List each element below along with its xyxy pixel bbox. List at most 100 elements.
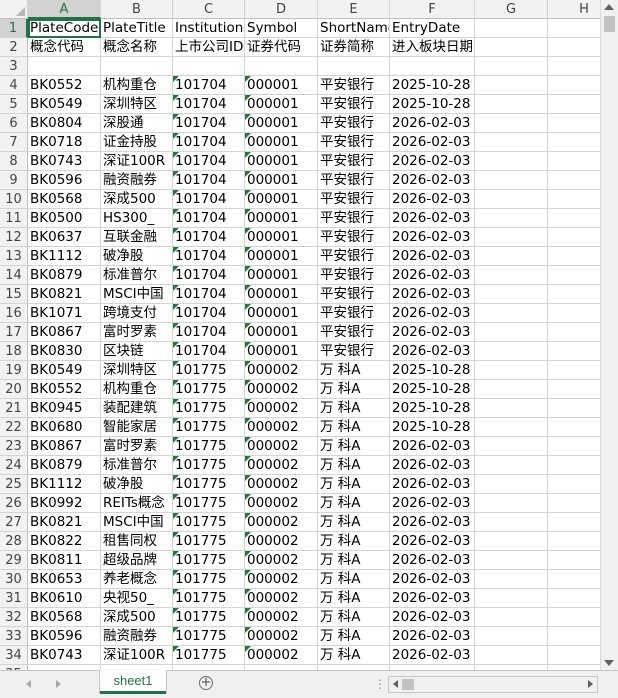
- cell-e23[interactable]: 万 科A: [318, 437, 390, 456]
- cell-a10[interactable]: BK0568: [28, 190, 101, 209]
- cell-e25[interactable]: 万 科A: [318, 475, 390, 494]
- cell-b21[interactable]: 装配建筑: [101, 399, 173, 418]
- cell-b9[interactable]: 融资融券: [101, 171, 173, 190]
- column-header-a[interactable]: A: [28, 0, 101, 19]
- cell-b22[interactable]: 智能家居: [101, 418, 173, 437]
- cell-e26[interactable]: 万 科A: [318, 494, 390, 513]
- cell-e34[interactable]: 万 科A: [318, 646, 390, 665]
- cell-d20[interactable]: 000002: [245, 380, 318, 399]
- cell-f5[interactable]: 2025-10-28: [390, 95, 475, 114]
- sheet-tab-sheet1[interactable]: sheet1: [100, 670, 166, 694]
- cell-d13[interactable]: 000001: [245, 247, 318, 266]
- cell-h27[interactable]: [548, 513, 600, 532]
- tab-split-handle[interactable]: ⋮: [374, 678, 386, 690]
- cell-h2[interactable]: [548, 38, 600, 57]
- cell-d15[interactable]: 000001: [245, 285, 318, 304]
- cell-h18[interactable]: [548, 342, 600, 361]
- cell-c34[interactable]: 101775: [173, 646, 245, 665]
- cell-c22[interactable]: 101775: [173, 418, 245, 437]
- cell-g3[interactable]: [475, 57, 548, 76]
- row-header-10[interactable]: 10: [0, 190, 28, 209]
- cell-f27[interactable]: 2026-02-03: [390, 513, 475, 532]
- row-header-14[interactable]: 14: [0, 266, 28, 285]
- column-header-g[interactable]: G: [475, 0, 548, 19]
- cell-f24[interactable]: 2026-02-03: [390, 456, 475, 475]
- row-header-11[interactable]: 11: [0, 209, 28, 228]
- cell-a7[interactable]: BK0718: [28, 133, 101, 152]
- cell-b25[interactable]: 破净股: [101, 475, 173, 494]
- sheet-nav-next-icon[interactable]: [56, 680, 61, 688]
- cell-h34[interactable]: [548, 646, 600, 665]
- cell-b23[interactable]: 富时罗素: [101, 437, 173, 456]
- cell-a8[interactable]: BK0743: [28, 152, 101, 171]
- cell-h29[interactable]: [548, 551, 600, 570]
- cell-e14[interactable]: 平安银行: [318, 266, 390, 285]
- sheet-nav-prev-icon[interactable]: [26, 680, 31, 688]
- row-header-4[interactable]: 4: [0, 76, 28, 95]
- cell-h6[interactable]: [548, 114, 600, 133]
- cell-g17[interactable]: [475, 323, 548, 342]
- cell-e6[interactable]: 平安银行: [318, 114, 390, 133]
- cell-c13[interactable]: 101704: [173, 247, 245, 266]
- cell-c11[interactable]: 101704: [173, 209, 245, 228]
- cell-a23[interactable]: BK0867: [28, 437, 101, 456]
- cell-c3[interactable]: [173, 57, 245, 76]
- horizontal-scrollbar[interactable]: [388, 676, 598, 693]
- cell-a22[interactable]: BK0680: [28, 418, 101, 437]
- cell-d10[interactable]: 000001: [245, 190, 318, 209]
- cell-e4[interactable]: 平安银行: [318, 76, 390, 95]
- cell-e5[interactable]: 平安银行: [318, 95, 390, 114]
- cell-c10[interactable]: 101704: [173, 190, 245, 209]
- cell-b24[interactable]: 标准普尔: [101, 456, 173, 475]
- row-header-2[interactable]: 2: [0, 38, 28, 57]
- row-header-19[interactable]: 19: [0, 361, 28, 380]
- cell-f11[interactable]: 2026-02-03: [390, 209, 475, 228]
- row-header-24[interactable]: 24: [0, 456, 28, 475]
- cell-e3[interactable]: [318, 57, 390, 76]
- cell-a33[interactable]: BK0596: [28, 627, 101, 646]
- row-header-28[interactable]: 28: [0, 532, 28, 551]
- cell-d24[interactable]: 000002: [245, 456, 318, 475]
- row-header-9[interactable]: 9: [0, 171, 28, 190]
- cell-a4[interactable]: BK0552: [28, 76, 101, 95]
- cell-b29[interactable]: 超级品牌: [101, 551, 173, 570]
- cell-g34[interactable]: [475, 646, 548, 665]
- row-header-27[interactable]: 27: [0, 513, 28, 532]
- cell-c12[interactable]: 101704: [173, 228, 245, 247]
- cell-b26[interactable]: REITs概念: [101, 494, 173, 513]
- cell-h17[interactable]: [548, 323, 600, 342]
- cell-b8[interactable]: 深证100R: [101, 152, 173, 171]
- cell-g27[interactable]: [475, 513, 548, 532]
- column-header-e[interactable]: E: [318, 0, 390, 19]
- cell-g33[interactable]: [475, 627, 548, 646]
- cell-g8[interactable]: [475, 152, 548, 171]
- cell-f3[interactable]: [390, 57, 475, 76]
- cell-h12[interactable]: [548, 228, 600, 247]
- cell-h33[interactable]: [548, 627, 600, 646]
- cell-d6[interactable]: 000001: [245, 114, 318, 133]
- cell-e11[interactable]: 平安银行: [318, 209, 390, 228]
- cell-c19[interactable]: 101775: [173, 361, 245, 380]
- cell-e29[interactable]: 万 科A: [318, 551, 390, 570]
- cell-c9[interactable]: 101704: [173, 171, 245, 190]
- cell-d3[interactable]: [245, 57, 318, 76]
- cell-d22[interactable]: 000002: [245, 418, 318, 437]
- cell-b15[interactable]: MSCI中国: [101, 285, 173, 304]
- cell-a15[interactable]: BK0821: [28, 285, 101, 304]
- cell-h25[interactable]: [548, 475, 600, 494]
- vertical-scroll-thumb[interactable]: [604, 16, 615, 32]
- cell-d33[interactable]: 000002: [245, 627, 318, 646]
- cell-g15[interactable]: [475, 285, 548, 304]
- cell-e20[interactable]: 万 科A: [318, 380, 390, 399]
- cell-d7[interactable]: 000001: [245, 133, 318, 152]
- cell-h28[interactable]: [548, 532, 600, 551]
- cell-c1[interactable]: InstitutionID: [173, 19, 245, 38]
- cell-f14[interactable]: 2026-02-03: [390, 266, 475, 285]
- cell-d29[interactable]: 000002: [245, 551, 318, 570]
- cell-d21[interactable]: 000002: [245, 399, 318, 418]
- cell-a29[interactable]: BK0811: [28, 551, 101, 570]
- cell-b31[interactable]: 央视50_: [101, 589, 173, 608]
- cell-b2[interactable]: 概念名称: [101, 38, 173, 57]
- cell-a3[interactable]: [28, 57, 101, 76]
- cell-h32[interactable]: [548, 608, 600, 627]
